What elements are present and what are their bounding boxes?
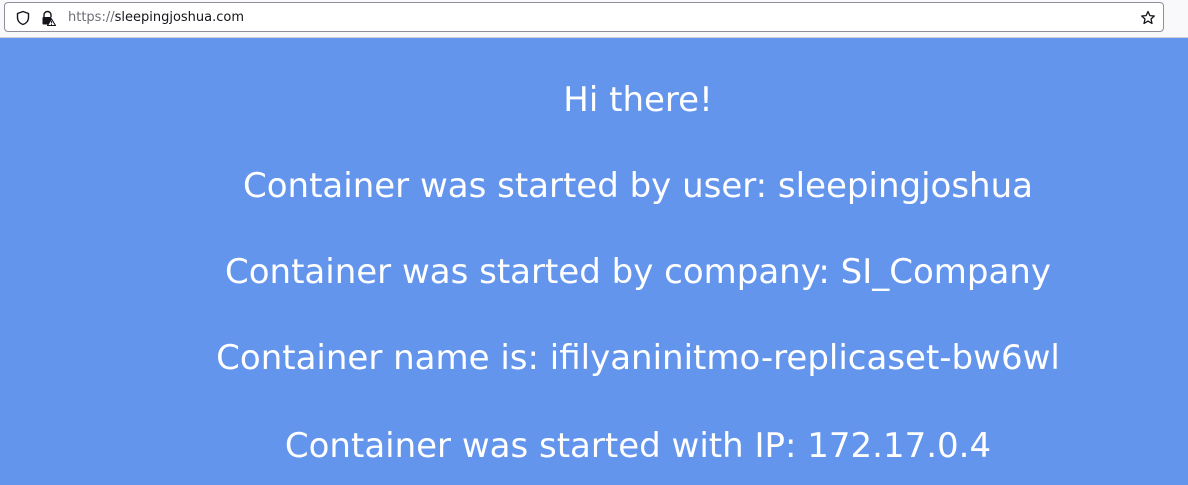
company-info-text: Container was started by company: SI_Com… [225, 252, 1051, 292]
container-name-text: Container name is: ifilyaninitmo-replica… [216, 338, 1060, 378]
user-info-text: Container was started by user: sleepingj… [242, 166, 1033, 206]
url-scheme: https:// [68, 10, 115, 25]
page-content: Hi there! Container was started by user:… [0, 38, 1188, 485]
container-ip-text: Container was started with IP: 172.17.0.… [284, 426, 992, 466]
greeting-text: Hi there! [563, 80, 713, 120]
url-text[interactable]: https://sleepingjoshua.com [68, 9, 244, 26]
lock-warning-icon[interactable] [40, 10, 56, 26]
star-icon[interactable] [1140, 10, 1156, 26]
shield-icon[interactable] [15, 10, 31, 26]
address-bar[interactable]: https://sleepingjoshua.com [4, 2, 1164, 32]
browser-toolbar: https://sleepingjoshua.com [0, 0, 1188, 38]
url-host: sleepingjoshua.com [114, 10, 245, 25]
